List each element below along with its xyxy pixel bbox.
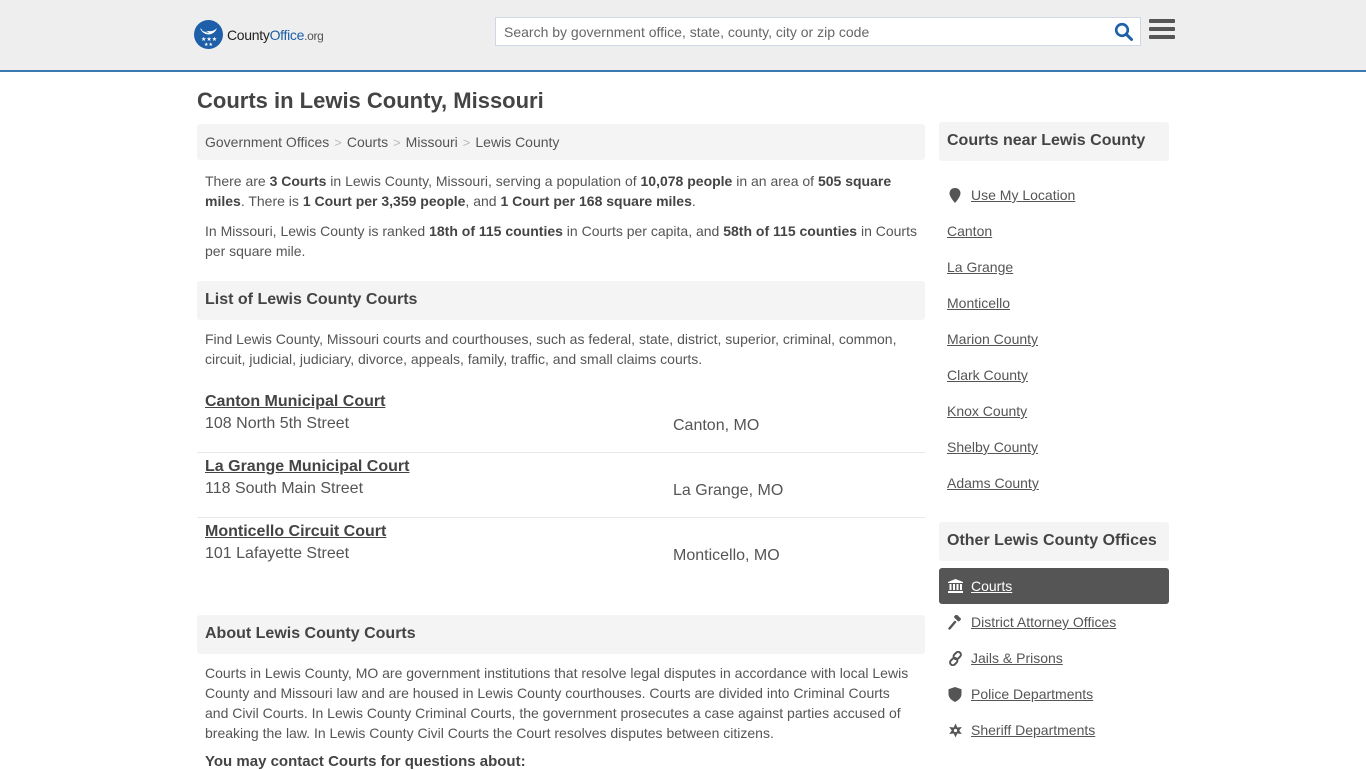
office-link-courts[interactable]: Courts xyxy=(971,578,1012,594)
breadcrumb-courts[interactable]: Courts xyxy=(347,134,388,150)
nearby-item: Clark County xyxy=(939,357,1169,393)
office-item-district-attorney[interactable]: District Attorney Offices xyxy=(939,604,1169,640)
office-link-district-attorney[interactable]: District Attorney Offices xyxy=(971,614,1116,630)
nearby-link-adams-county[interactable]: Adams County xyxy=(947,475,1039,491)
nearby-item: Monticello xyxy=(939,285,1169,321)
court-address: 118 South Main Street xyxy=(205,480,364,497)
office-item-sheriff[interactable]: Sheriff Departments xyxy=(939,712,1169,748)
breadcrumb-missouri[interactable]: Missouri xyxy=(406,134,458,150)
nearby-item: Marion County xyxy=(939,321,1169,357)
about-heading: About Lewis County Courts xyxy=(197,615,925,654)
nearby-item: Canton xyxy=(939,213,1169,249)
nearby-item: Knox County xyxy=(939,393,1169,429)
main-content: Government Offices > Courts > Missouri > Lewis… xyxy=(197,124,925,770)
breadcrumb: Government Offices > Courts > Missouri > Lewis… xyxy=(197,124,925,160)
court-address: 101 Lafayette Street xyxy=(205,545,350,562)
office-item-police[interactable]: Police Departments xyxy=(939,676,1169,712)
shield-icon xyxy=(947,686,963,702)
nearby-link-monticello[interactable]: Monticello xyxy=(947,295,1010,311)
court-list-description: Find Lewis County, Missouri courts and c… xyxy=(205,331,897,367)
court-name-link[interactable]: Monticello Circuit Court xyxy=(205,523,386,541)
nearby-item: Adams County xyxy=(939,465,1169,501)
ranking-paragraph: In Missouri, Lewis County is ranked 18th… xyxy=(205,223,917,259)
court-address: 108 North 5th Street xyxy=(205,415,350,432)
court-name-link[interactable]: La Grange Municipal Court xyxy=(205,458,409,476)
court-list-heading: List of Lewis County Courts xyxy=(197,281,925,320)
breadcrumb-lewis-county[interactable]: Lewis County xyxy=(475,134,559,150)
use-my-location-link[interactable]: Use My Location xyxy=(971,187,1075,203)
other-offices-list: Courts District Attorney Offices Jails &… xyxy=(939,568,1169,748)
site-header: ★★★ ★★ CountyOffice.org xyxy=(0,0,1366,72)
nearby-link-marion-county[interactable]: Marion County xyxy=(947,331,1038,347)
use-my-location-item: Use My Location xyxy=(939,177,1169,213)
office-item-jails-prisons[interactable]: Jails & Prisons xyxy=(939,640,1169,676)
court-list-item: La Grange Municipal Court 118 South Main… xyxy=(197,453,925,518)
search-box xyxy=(495,17,1141,46)
court-list-item: Canton Municipal Court 108 North 5th Str… xyxy=(197,388,925,453)
court-city: La Grange, MO xyxy=(673,482,784,499)
search-icon[interactable] xyxy=(1114,22,1134,42)
court-name-link[interactable]: Canton Municipal Court xyxy=(205,393,385,411)
office-link-police[interactable]: Police Departments xyxy=(971,686,1093,702)
contact-questions-heading: You may contact Courts for questions abo… xyxy=(205,753,526,770)
court-city: Monticello, MO xyxy=(673,547,780,564)
nearby-courts-list: Use My Location Canton La Grange Montice… xyxy=(939,177,1169,501)
summary-paragraph: There are 3 Courts in Lewis County, Miss… xyxy=(205,173,892,209)
map-marker-icon xyxy=(947,187,963,203)
svg-text:★★: ★★ xyxy=(204,42,213,48)
court-list: Canton Municipal Court 108 North 5th Str… xyxy=(197,388,925,583)
sheriff-star-icon xyxy=(947,722,963,738)
eagle-badge-icon: ★★★ ★★ xyxy=(194,20,223,49)
site-logo[interactable]: ★★★ ★★ CountyOffice.org xyxy=(194,20,324,49)
nearby-item: La Grange xyxy=(939,249,1169,285)
nearby-courts-heading: Courts near Lewis County xyxy=(939,122,1169,161)
nearby-link-knox-county[interactable]: Knox County xyxy=(947,403,1027,419)
breadcrumb-separator: > xyxy=(462,135,471,150)
courthouse-icon xyxy=(947,578,963,594)
court-list-item: Monticello Circuit Court 101 Lafayette S… xyxy=(197,518,925,583)
hamburger-menu-icon[interactable] xyxy=(1149,19,1175,42)
office-link-jails-prisons[interactable]: Jails & Prisons xyxy=(971,650,1063,666)
page-title: Courts in Lewis County, Missouri xyxy=(197,88,544,113)
nearby-link-shelby-county[interactable]: Shelby County xyxy=(947,439,1038,455)
about-paragraph: Courts in Lewis County, MO are governmen… xyxy=(205,665,909,741)
office-link-sheriff[interactable]: Sheriff Departments xyxy=(971,722,1095,738)
office-item-courts[interactable]: Courts xyxy=(939,568,1169,604)
nearby-link-la-grange[interactable]: La Grange xyxy=(947,259,1013,275)
search-input[interactable] xyxy=(496,18,1096,45)
chain-link-icon xyxy=(947,650,963,666)
nearby-link-clark-county[interactable]: Clark County xyxy=(947,367,1028,383)
nearby-item: Shelby County xyxy=(939,429,1169,465)
gavel-icon xyxy=(947,614,963,630)
other-offices-heading: Other Lewis County Offices xyxy=(939,522,1169,561)
nearby-link-canton[interactable]: Canton xyxy=(947,223,992,239)
breadcrumb-separator: > xyxy=(334,135,342,150)
sidebar: Courts near Lewis County Use My Location… xyxy=(939,122,1169,748)
breadcrumb-separator: > xyxy=(393,135,401,150)
court-city: Canton, MO xyxy=(673,417,760,434)
logo-text: CountyOffice.org xyxy=(227,26,324,43)
breadcrumb-government-offices[interactable]: Government Offices xyxy=(205,134,329,150)
